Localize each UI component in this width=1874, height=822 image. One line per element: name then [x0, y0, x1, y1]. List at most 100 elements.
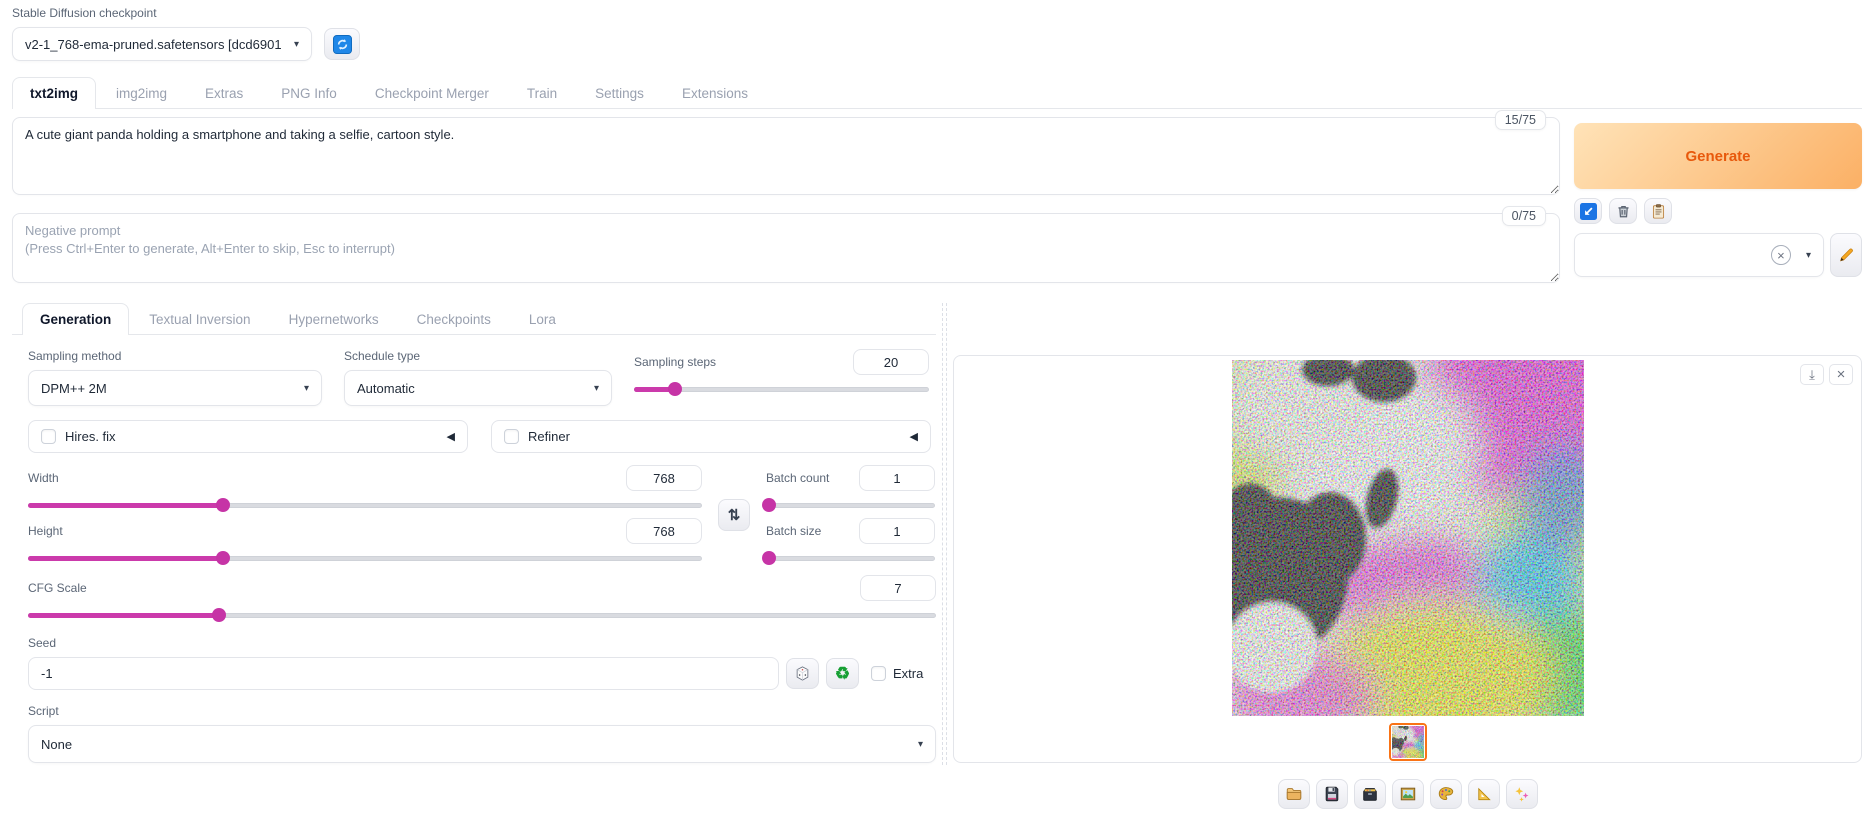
save-image-button[interactable]	[1316, 779, 1348, 809]
sampling-method-dropdown[interactable]: DPM++ 2M ▾	[28, 370, 322, 406]
download-image-button[interactable]: ⤓	[1800, 364, 1824, 385]
send-to-inpaint-button[interactable]	[1430, 779, 1462, 809]
sparkles-icon	[1513, 785, 1531, 803]
schedule-type-field: Schedule type Automatic ▾	[344, 349, 612, 406]
sampling-steps-input[interactable]: 20	[853, 349, 929, 375]
cfg-scale-slider[interactable]	[28, 608, 936, 622]
hires-fix-accordion[interactable]: Hires. fix ◀	[28, 420, 468, 453]
width-slider[interactable]	[28, 498, 702, 512]
height-input[interactable]: 768	[626, 518, 702, 544]
generation-tab-bar: Generation Textual Inversion Hypernetwor…	[12, 303, 936, 335]
column-divider	[942, 303, 947, 765]
thumbnail-selected[interactable]	[1389, 723, 1427, 761]
paste-generation-params-button[interactable]	[1574, 198, 1602, 224]
edit-styles-button[interactable]	[1830, 233, 1862, 277]
reuse-seed-button[interactable]: ♻	[826, 658, 859, 689]
main-content-row: Generation Textual Inversion Hypernetwor…	[12, 303, 1862, 809]
checkpoint-row: v2-1_768-ema-pruned.safetensors [dcd6901…	[12, 27, 1862, 61]
sampling-method-field: Sampling method DPM++ 2M ▾	[28, 349, 322, 406]
tab-img2img[interactable]: img2img	[98, 77, 185, 109]
refiner-label: Refiner	[528, 429, 570, 444]
tab-settings[interactable]: Settings	[577, 77, 662, 109]
batch-count-input[interactable]: 1	[859, 465, 935, 491]
clear-styles-icon[interactable]: ×	[1771, 245, 1791, 265]
swap-dimensions-button[interactable]: ⇅	[718, 499, 750, 531]
refiner-checkbox[interactable]	[504, 429, 519, 444]
prompt-input[interactable]: A cute giant panda holding a smartphone …	[12, 117, 1560, 195]
seed-input[interactable]: -1	[28, 657, 779, 690]
random-seed-button[interactable]	[786, 658, 819, 689]
generation-settings: Sampling method DPM++ 2M ▾ Schedule type…	[12, 335, 936, 763]
tab-generation[interactable]: Generation	[22, 303, 129, 335]
triangle-ruler-icon	[1475, 785, 1493, 803]
tab-lora[interactable]: Lora	[511, 303, 574, 335]
tab-textual-inversion[interactable]: Textual Inversion	[131, 303, 268, 335]
batch-size-label: Batch size	[766, 524, 821, 538]
settings-column: Generation Textual Inversion Hypernetwor…	[12, 303, 936, 763]
generate-button[interactable]: Generate	[1574, 123, 1862, 189]
sampling-steps-slider[interactable]	[634, 382, 929, 396]
recycle-icon: ♻	[835, 665, 850, 682]
tab-checkpoints[interactable]: Checkpoints	[399, 303, 509, 335]
framed-picture-icon	[1399, 785, 1417, 803]
swap-icon: ⇅	[728, 506, 741, 524]
prompt-column: 15/75 A cute giant panda holding a smart…	[12, 117, 1560, 283]
accordion-arrow-icon: ◀	[447, 430, 455, 443]
refresh-icon	[333, 35, 352, 54]
checkpoint-dropdown[interactable]: v2-1_768-ema-pruned.safetensors [dcd6901…	[12, 27, 312, 61]
arrow-down-left-icon	[1580, 203, 1597, 220]
extra-seed-checkbox[interactable]	[871, 666, 886, 681]
clipboard-icon	[1650, 203, 1667, 220]
batch-count-label: Batch count	[766, 471, 829, 485]
app-root: Stable Diffusion checkpoint v2-1_768-ema…	[0, 0, 1874, 815]
hires-fix-checkbox[interactable]	[41, 429, 56, 444]
send-to-img2img-button[interactable]	[1392, 779, 1424, 809]
negative-prompt-input[interactable]	[12, 213, 1560, 283]
batch-count-slider[interactable]	[766, 498, 935, 512]
tab-png-info[interactable]: PNG Info	[263, 77, 355, 109]
tab-extensions[interactable]: Extensions	[664, 77, 766, 109]
batch-size-slider[interactable]	[766, 551, 935, 565]
generate-column: Generate	[1574, 117, 1862, 283]
save-zip-button[interactable]	[1354, 779, 1386, 809]
open-output-folder-button[interactable]	[1278, 779, 1310, 809]
generated-image[interactable]	[1232, 360, 1584, 716]
tab-extras[interactable]: Extras	[187, 77, 261, 109]
seed-field: Seed -1	[28, 636, 936, 690]
download-icon: ⤓	[1809, 368, 1815, 381]
batch-size-input[interactable]: 1	[859, 518, 935, 544]
chevron-down-icon: ▾	[1806, 250, 1811, 261]
send-to-extras-button[interactable]	[1468, 779, 1500, 809]
gallery-panel: ⤓ ×	[953, 355, 1862, 763]
width-input[interactable]: 768	[626, 465, 702, 491]
schedule-type-dropdown[interactable]: Automatic ▾	[344, 370, 612, 406]
tab-hypernetworks[interactable]: Hypernetworks	[271, 303, 397, 335]
width-field: Width 768	[28, 465, 702, 512]
apply-styles-button[interactable]	[1644, 198, 1672, 224]
styles-row: × ▾	[1574, 233, 1862, 277]
upscale-button[interactable]	[1506, 779, 1538, 809]
tab-txt2img[interactable]: txt2img	[12, 77, 96, 109]
checkpoint-label: Stable Diffusion checkpoint	[12, 6, 1862, 20]
tab-checkpoint-merger[interactable]: Checkpoint Merger	[357, 77, 507, 109]
gallery-thumbnails	[954, 723, 1861, 761]
chevron-down-icon: ▾	[294, 39, 299, 50]
batch-size-field: Batch size 1	[766, 518, 935, 565]
tab-train[interactable]: Train	[509, 77, 575, 109]
sampling-method-label: Sampling method	[28, 349, 322, 363]
dice-icon	[794, 665, 811, 682]
styles-dropdown[interactable]: × ▾	[1574, 233, 1824, 277]
refiner-accordion[interactable]: Refiner ◀	[491, 420, 931, 453]
prompt-section: 15/75 A cute giant panda holding a smart…	[12, 117, 1862, 283]
refresh-checkpoint-button[interactable]	[324, 28, 360, 60]
clear-prompt-button[interactable]	[1609, 198, 1637, 224]
cfg-scale-input[interactable]: 7	[860, 575, 936, 601]
cfg-scale-label: CFG Scale	[28, 581, 87, 595]
close-gallery-button[interactable]: ×	[1829, 364, 1853, 385]
close-icon: ×	[1837, 367, 1846, 382]
seed-label: Seed	[28, 636, 936, 650]
accordion-arrow-icon: ◀	[910, 430, 918, 443]
gallery-column: ⤓ ×	[953, 303, 1862, 809]
script-dropdown[interactable]: None ▾	[28, 725, 936, 763]
height-slider[interactable]	[28, 551, 702, 565]
